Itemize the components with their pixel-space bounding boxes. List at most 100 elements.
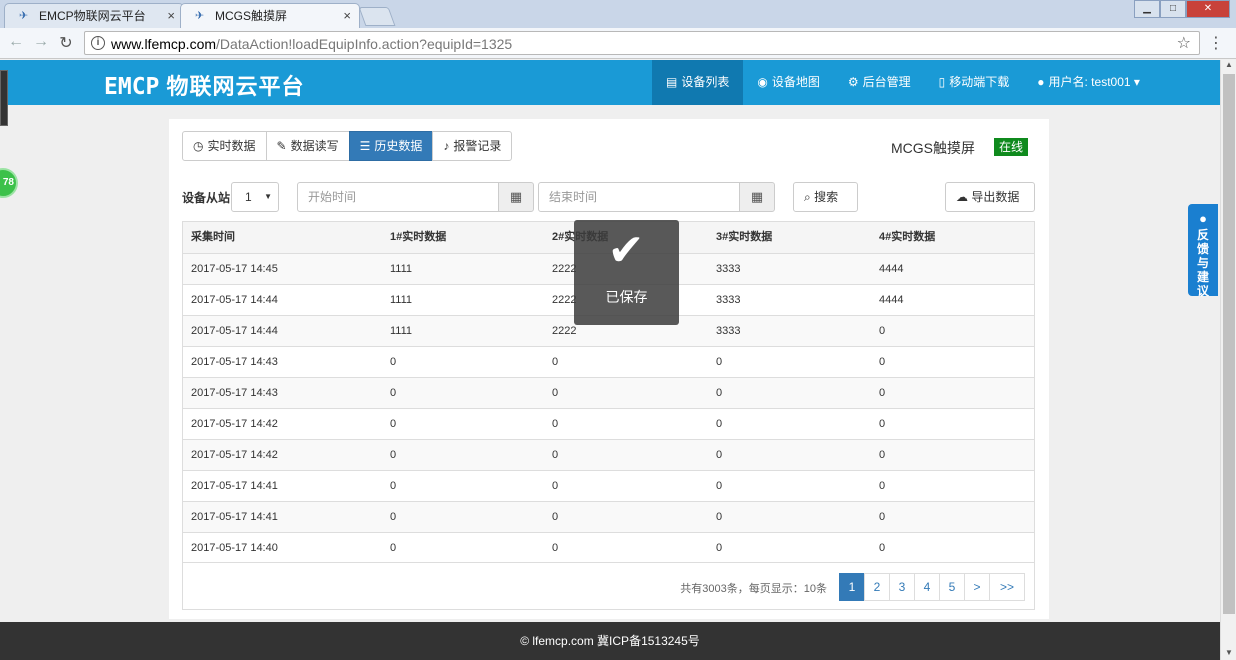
feedback-button[interactable]: ● 反馈与建议 (1188, 204, 1218, 298)
minimize-icon[interactable]: ▁ (1134, 0, 1160, 18)
tab-label: 数据读写 (290, 139, 339, 153)
table-cell: 0 (716, 387, 723, 399)
user-icon: ● (1037, 75, 1045, 89)
url-field[interactable]: i www.lfemcp.com/DataAction!loadEquipInf… (84, 31, 1200, 55)
main-nav: ▤ 设备列表 ◉ 设备地图 ⚙ 后台管理 ▯ 移动端下载 ● 用户名: test001 ▾ (652, 60, 1154, 105)
end-time-input[interactable]: 结束时间 (538, 182, 740, 212)
table-cell: 0 (716, 480, 723, 492)
page-button[interactable]: 5 (939, 573, 965, 601)
scrollbar-thumb[interactable] (1223, 74, 1235, 614)
pagination: 1 2 3 4 5 > >> (839, 573, 1025, 601)
search-icon: ⌕ (804, 190, 811, 204)
floating-badge[interactable]: 78 (0, 168, 18, 198)
table-cell: 0 (552, 511, 559, 523)
back-icon[interactable]: ← (6, 33, 26, 51)
tab-history[interactable]: ☰ 历史数据 (348, 131, 434, 161)
table-cell: 0 (552, 449, 559, 461)
address-bar: ← → ↻ i www.lfemcp.com/DataAction!loadEq… (0, 28, 1236, 59)
emcp-favicon-icon: ✈ (19, 10, 29, 22)
last-page-button[interactable]: >> (989, 573, 1025, 601)
page-button[interactable]: 4 (914, 573, 940, 601)
caret-down-icon: ▼ (264, 192, 272, 201)
maximize-icon[interactable]: □ (1160, 0, 1186, 18)
nav-user-menu[interactable]: ● 用户名: test001 ▾ (1023, 60, 1154, 105)
table-cell: 0 (716, 449, 723, 461)
tab-label: 历史数据 (374, 139, 423, 153)
table-cell: 1111 (390, 294, 413, 306)
site-logo[interactable]: EMCP 物联网云平台 (104, 69, 305, 101)
logo-text-cn: 物联网云平台 (166, 74, 305, 99)
table-cell: 0 (552, 387, 559, 399)
page-viewport: EMCP 物联网云平台 ▤ 设备列表 ◉ 设备地图 ⚙ 后台管理 ▯ 移动端下载 ● 用户… (0, 60, 1220, 660)
table-cell: 2017-05-17 14:44 (191, 325, 278, 337)
table-row: 2017-05-17 14:41 0 0 0 0 (183, 470, 1034, 501)
browser-tab-emcp[interactable]: ✈ EMCP物联网云平台 × (4, 3, 184, 28)
browser-tab-mcgs[interactable]: ✈ MCGS触摸屏 × (180, 3, 360, 28)
pagination-summary: 共有3003条，每页显示：10条 (680, 583, 827, 595)
nav-label: 移动端下载 (949, 75, 1010, 89)
left-edge-widget[interactable] (0, 70, 8, 126)
table-cell: 3333 (716, 263, 741, 275)
nav-label: 用户名: test001 (1048, 75, 1131, 89)
calendar-icon[interactable]: ▦ (739, 182, 775, 212)
browser-titlebar: ✈ EMCP物联网云平台 × ✈ MCGS触摸屏 × ▁ □ ✕ (0, 0, 1236, 28)
table-cell: 2222 (552, 294, 577, 306)
table-cell: 0 (879, 542, 886, 554)
pagination-bar: 共有3003条，每页显示：10条 1 2 3 4 5 > >> (183, 562, 1034, 610)
page-scrollbar[interactable]: ▲ ▼ (1220, 60, 1236, 660)
info-icon[interactable]: i (91, 36, 105, 50)
search-button[interactable]: ⌕ 搜索 (793, 182, 858, 212)
calendar-icon[interactable]: ▦ (498, 182, 534, 212)
top-navbar: EMCP 物联网云平台 ▤ 设备列表 ◉ 设备地图 ⚙ 后台管理 ▯ 移动端下载 ● 用户… (0, 60, 1220, 105)
close-tab-icon[interactable]: × (167, 4, 175, 28)
page-button[interactable]: 2 (864, 573, 890, 601)
table-cell: 3333 (716, 294, 741, 306)
reload-icon[interactable]: ↻ (56, 33, 76, 53)
tab-label: 报警记录 (453, 139, 502, 153)
logo-text-en: EMCP (104, 74, 160, 100)
tab-label: EMCP物联网云平台 (39, 9, 146, 23)
table-cell: 0 (879, 511, 886, 523)
tab-alarms[interactable]: ♪ 报警记录 (432, 131, 513, 161)
export-label: 导出数据 (971, 190, 1020, 204)
table-cell: 0 (879, 449, 886, 461)
header-cell: 1#实时数据 (390, 231, 447, 243)
nav-admin[interactable]: ⚙ 后台管理 (834, 60, 925, 105)
table-cell: 0 (390, 356, 397, 368)
start-time-input[interactable]: 开始时间 (297, 182, 499, 212)
table-cell: 2017-05-17 14:44 (191, 294, 278, 306)
page-button[interactable]: 3 (889, 573, 915, 601)
table-row: 2017-05-17 14:43 0 0 0 0 (183, 377, 1034, 408)
tab-read-write[interactable]: ✎ 数据读写 (265, 131, 350, 161)
browser-menu-icon[interactable]: ⋮ (1208, 33, 1224, 53)
table-cell: 2017-05-17 14:42 (191, 449, 278, 461)
filter-bar: 设备从站 1 ▼ 开始时间 ▦ 结束时间 ▦ ⌕ 搜索 ☁ 导出数据 (182, 182, 1035, 212)
forward-icon[interactable]: → (31, 33, 51, 51)
new-tab-button[interactable] (358, 7, 396, 26)
scroll-up-icon[interactable]: ▲ (1221, 60, 1236, 72)
chat-bubble-icon: ● (1199, 211, 1207, 226)
table-cell: 2222 (552, 325, 577, 337)
tab-realtime[interactable]: ◷ 实时数据 (182, 131, 267, 161)
table-cell: 4444 (879, 263, 904, 275)
table-cell: 0 (552, 418, 559, 430)
bookmark-star-icon[interactable]: ☆ (1177, 33, 1191, 53)
page-button[interactable]: 1 (839, 573, 865, 601)
nav-mobile-download[interactable]: ▯ 移动端下载 (925, 60, 1024, 105)
next-page-button[interactable]: > (964, 573, 990, 601)
header-cell: 3#实时数据 (716, 231, 773, 243)
station-select[interactable]: 1 ▼ (231, 182, 279, 212)
table-cell: 0 (390, 511, 397, 523)
export-button[interactable]: ☁ 导出数据 (945, 182, 1035, 212)
close-window-icon[interactable]: ✕ (1186, 0, 1230, 18)
nav-device-map[interactable]: ◉ 设备地图 (743, 60, 834, 105)
scroll-down-icon[interactable]: ▼ (1221, 648, 1236, 660)
table-cell: 0 (390, 480, 397, 492)
nav-device-list[interactable]: ▤ 设备列表 (652, 60, 744, 105)
nav-label: 设备列表 (681, 75, 730, 89)
table-cell: 2017-05-17 14:41 (191, 511, 278, 523)
table-cell: 2222 (552, 263, 577, 275)
close-tab-icon[interactable]: × (343, 4, 351, 28)
url-host: www.lfemcp.com (111, 36, 217, 52)
feedback-label: 反馈与建议 (1196, 228, 1209, 298)
